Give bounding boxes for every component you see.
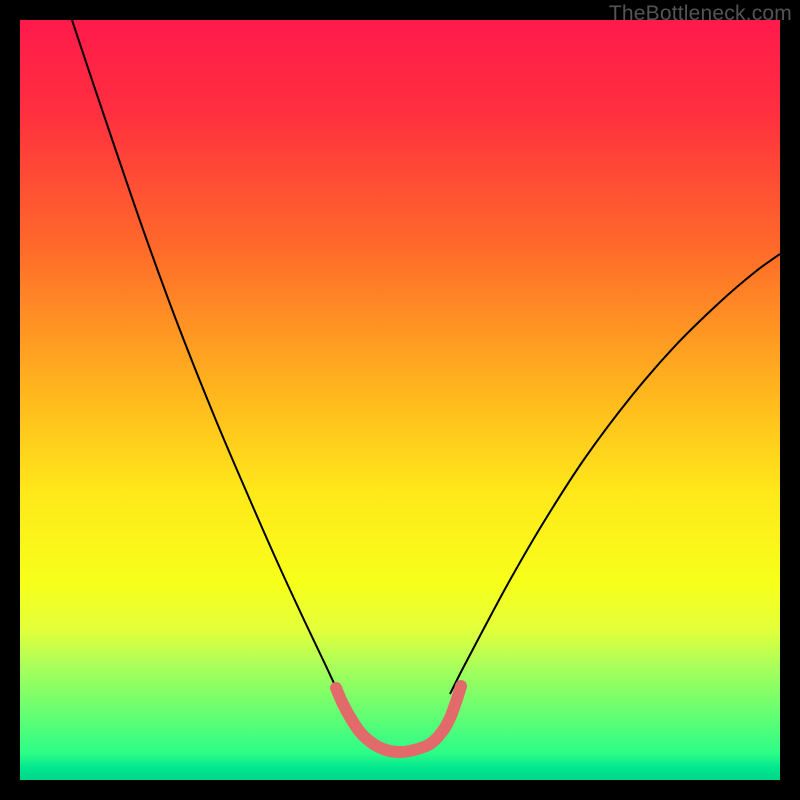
- plot-area: [20, 20, 780, 780]
- left-curve-path: [72, 20, 339, 694]
- right-curve-path: [450, 254, 780, 694]
- bottom-highlight-path: [336, 686, 461, 752]
- chart-frame: TheBottleneck.com: [0, 0, 800, 800]
- watermark-text: TheBottleneck.com: [609, 2, 792, 26]
- curve-layer: [20, 20, 780, 780]
